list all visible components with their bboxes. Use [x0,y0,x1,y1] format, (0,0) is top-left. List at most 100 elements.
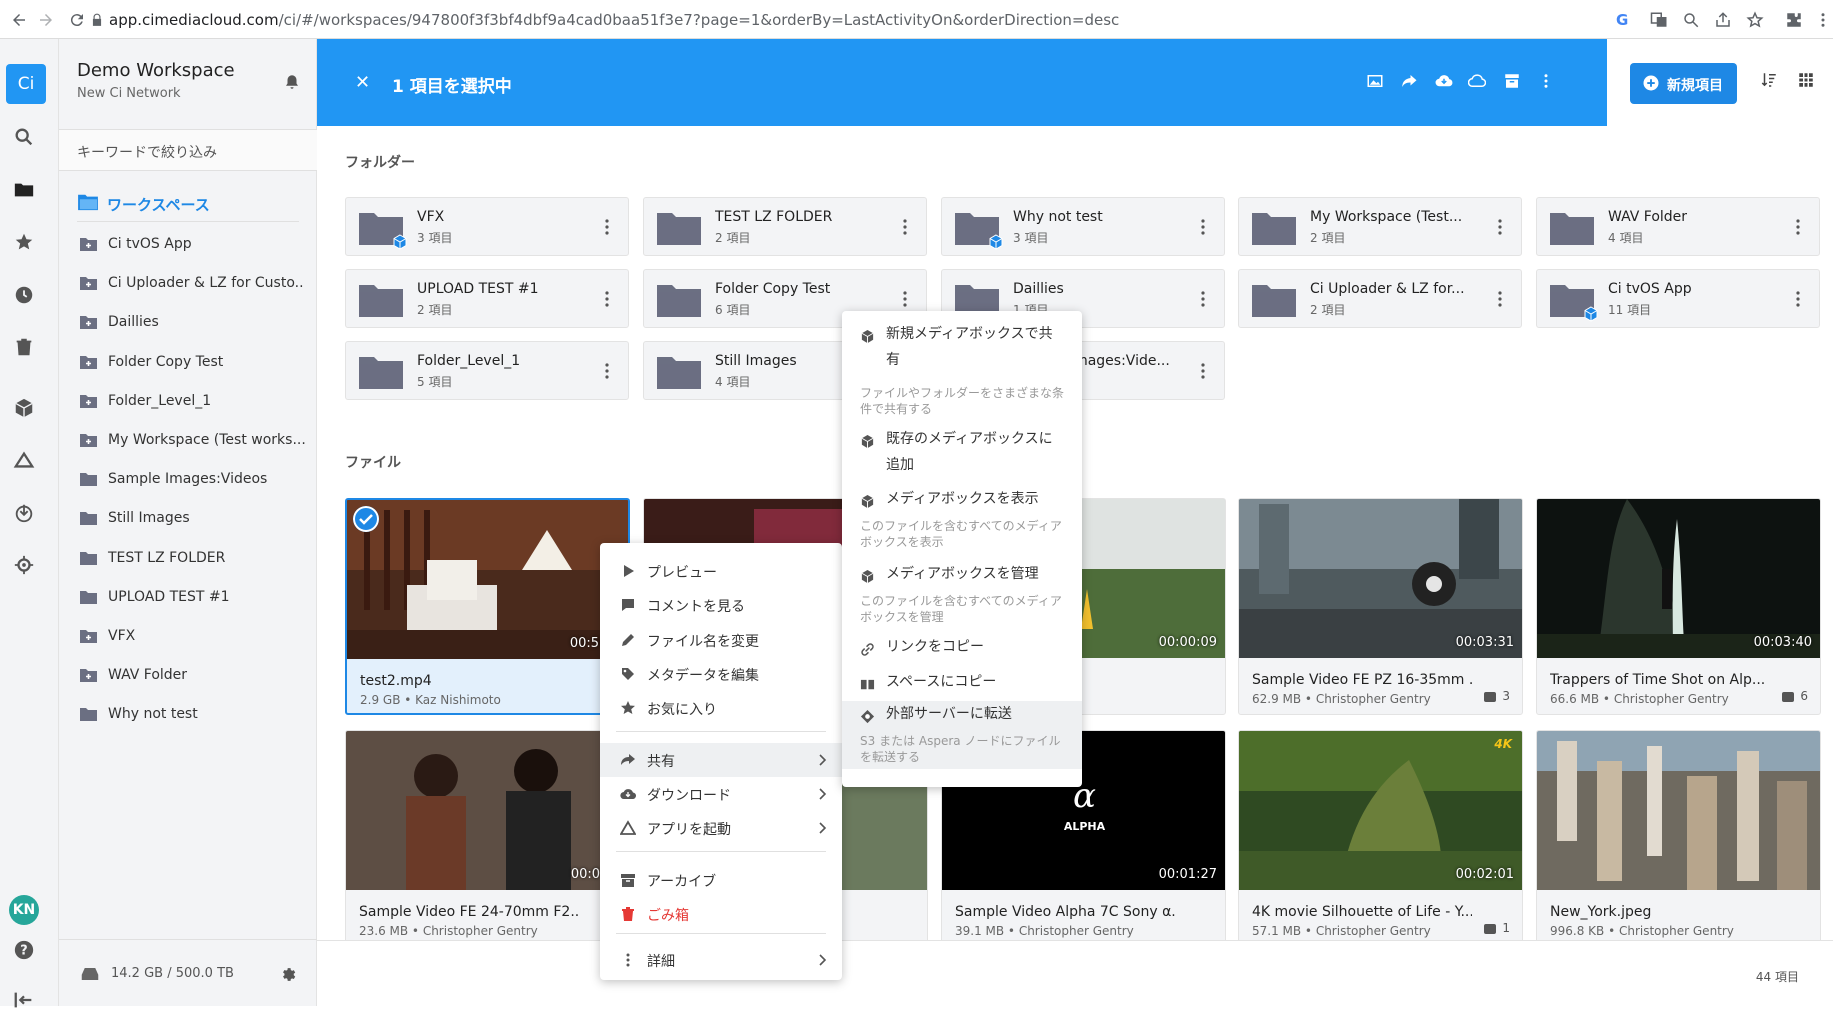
folder-menu-icon[interactable] [599,218,615,236]
sidebar-item[interactable]: UPLOAD TEST #1 [80,583,305,613]
archive-icon[interactable] [1503,72,1521,90]
folder-card[interactable]: Ci Uploader & LZ for... 2 項目 [1238,269,1522,328]
share-submenu-item[interactable]: 新規メディアボックスで共有 ファイルやフォルダーをさまざまな条件で共有する [842,321,1082,421]
file-card[interactable]: 4K 00:02:01 4K movie Silhouette of Life - … [1238,730,1523,947]
google-icon[interactable]: G [1616,11,1634,29]
share-submenu-item[interactable]: 外部サーバーに転送 S3 または Aspera ノードにファイルを転送する [842,701,1082,769]
settings-gear-icon[interactable] [279,966,296,983]
user-avatar[interactable]: KN [9,895,39,925]
folder-card[interactable]: Folder_Level_1 5 項目 [345,341,629,400]
file-card[interactable]: 00:50:3 test2.mp4 2.9 GB • Kaz Nishimoto [345,498,630,715]
folder-menu-icon[interactable] [1195,362,1211,380]
folder-menu-icon[interactable] [1195,218,1211,236]
translate-icon[interactable] [1650,11,1668,29]
grid-view-icon[interactable] [1797,71,1815,89]
mediabox-icon[interactable] [13,397,35,419]
folder-card[interactable]: WAV Folder 4 項目 [1536,197,1820,256]
folder-menu-icon[interactable] [897,218,913,236]
more-vertical-icon[interactable] [1537,72,1555,90]
bookmark-star-icon[interactable] [1746,11,1764,29]
context-menu-item[interactable]: 共有 [600,743,842,777]
context-menu-item[interactable]: 詳細 [600,943,842,977]
keyword-filter-input[interactable]: キーワードで絞り込み [59,129,317,171]
cloud-app-icon[interactable] [13,449,35,471]
folder-card[interactable]: My Workspace (Test... 2 項目 [1238,197,1522,256]
bell-icon[interactable] [283,73,301,91]
folder-menu-icon[interactable] [599,290,615,308]
file-card[interactable]: 00:03:40 Trappers of Time Shot on Alp... 6… [1536,498,1821,715]
file-card[interactable]: 00:01:3 Sample Video FE 24-70mm F2.... 23.… [345,730,630,947]
trash-icon[interactable] [13,336,35,358]
new-item-button[interactable]: 新規項目 [1630,63,1737,104]
help-icon[interactable]: ? [13,939,35,961]
sidebar-item[interactable]: Ci tvOS App [80,230,305,260]
address-bar[interactable]: app.cimediacloud.com/ci/#/workspaces/947… [109,11,1119,29]
zoom-icon[interactable] [1682,11,1700,29]
share-submenu-item[interactable]: メディアボックスを表示 このファイルを含むすべてのメディアボックスを表示 [842,486,1082,554]
sidebar-item[interactable]: My Workspace (Test works... [80,426,305,456]
share-submenu-item[interactable]: リンクをコピー [842,634,1082,666]
target-icon[interactable] [13,554,35,576]
share-submenu-item[interactable]: スペースにコピー [842,669,1082,701]
browser-menu-icon[interactable] [1814,11,1832,29]
clear-selection-button[interactable]: ✕ [355,72,370,93]
workspaces-nav[interactable]: ワークスペース [77,184,299,222]
file-card[interactable]: New_York.jpeg 996.8 KB • Christopher Gent… [1536,730,1821,947]
context-menu-item[interactable]: ごみ箱 [600,897,842,931]
sidebar-item[interactable]: Daillies [80,308,305,338]
folder-card[interactable]: UPLOAD TEST #1 2 項目 [345,269,629,328]
folder-menu-icon[interactable] [1790,290,1806,308]
app-logo[interactable]: Ci [6,64,46,104]
context-menu-item[interactable]: コメントを見る [600,588,842,622]
folder-card[interactable]: VFX 3 項目 [345,197,629,256]
context-menu-item[interactable]: お気に入り [600,691,842,725]
folder-item-count: 11 項目 [1608,303,1652,317]
context-menu-item[interactable]: アーカイブ [600,863,842,897]
reload-icon[interactable] [68,11,86,29]
context-menu-item[interactable]: メタデータを編集 [600,657,842,691]
sidebar-item[interactable]: TEST LZ FOLDER [80,544,305,574]
logout-icon[interactable] [13,989,35,1011]
extensions-icon[interactable] [1785,11,1803,29]
sidebar-item[interactable]: Ci Uploader & LZ for Custo... [80,269,305,299]
workspace-name[interactable]: Demo Workspace [77,60,235,81]
folder-menu-icon[interactable] [1492,290,1508,308]
selected-check-icon[interactable] [353,506,379,532]
favorites-star-icon[interactable] [13,231,35,253]
folder-menu-icon[interactable] [897,290,913,308]
folder-menu-icon[interactable] [1195,290,1211,308]
share-page-icon[interactable] [1714,11,1732,29]
back-icon[interactable] [10,11,28,29]
sort-icon[interactable] [1760,71,1778,89]
sidebar-item[interactable]: Still Images [80,504,305,534]
sidebar-item[interactable]: Sample Images:Videos [80,465,305,495]
share-icon[interactable] [1400,72,1418,90]
forward-icon[interactable] [37,11,55,29]
folder-menu-icon[interactable] [1790,218,1806,236]
folder-nav-icon[interactable] [13,179,35,201]
context-menu-item[interactable]: ダウンロード [600,777,842,811]
folder-card[interactable]: Ci tvOS App 11 項目 [1536,269,1820,328]
sidebar-item[interactable]: VFX [80,622,305,652]
share-submenu-item[interactable]: 既存のメディアボックスに追加 [842,426,1082,484]
image-icon[interactable] [1366,72,1384,90]
context-menu-item[interactable]: アプリを起動 [600,811,842,845]
folder-menu-icon[interactable] [599,362,615,380]
cloud-download-icon[interactable] [1434,72,1454,90]
folder-card[interactable]: TEST LZ FOLDER 2 項目 [643,197,927,256]
sidebar-item[interactable]: Folder_Level_1 [80,387,305,417]
download-icon[interactable] [13,502,35,524]
folder-card[interactable]: Why not test 3 項目 [941,197,1225,256]
recent-clock-icon[interactable] [13,284,35,306]
share-submenu-item[interactable]: メディアボックスを管理 このファイルを含むすべてのメディアボックスを管理 [842,561,1082,629]
sidebar-item[interactable]: Folder Copy Test [80,348,305,378]
share-submenu-description: このファイルを含むすべてのメディアボックスを表示 [860,519,1062,549]
context-menu-item[interactable]: ファイル名を変更 [600,623,842,657]
folder-menu-icon[interactable] [1492,218,1508,236]
sidebar-item[interactable]: Why not test [80,700,305,730]
sidebar-item[interactable]: WAV Folder [80,661,305,691]
cloud-app-icon[interactable] [1468,72,1486,90]
search-icon[interactable] [13,126,35,148]
context-menu-item[interactable]: プレビュー [600,554,842,588]
file-card[interactable]: 00:03:31 Sample Video FE PZ 16-35mm ... 62… [1238,498,1523,715]
